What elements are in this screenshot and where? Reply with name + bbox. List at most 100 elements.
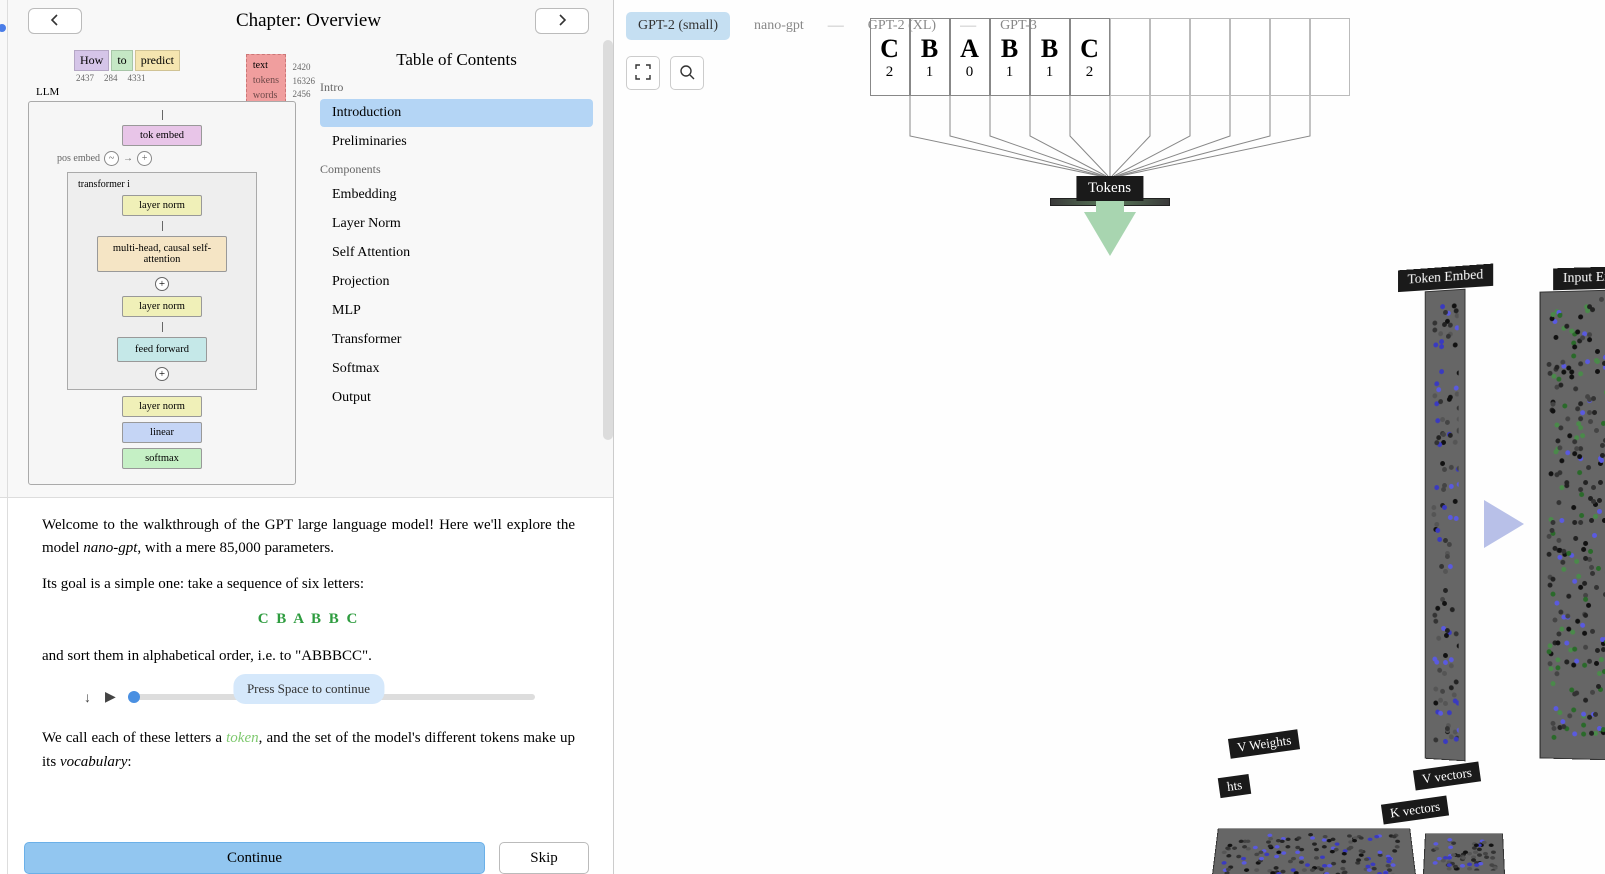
feedforward-block: feed forward [117, 337, 207, 362]
model-tabs: GPT-2 (small) nano-gpt — GPT-2 (XL) — GP… [626, 12, 1049, 40]
panel-scrollbar[interactable] [603, 40, 613, 440]
v-weights-label: V Weights [1228, 729, 1301, 759]
toc-item-projection[interactable]: Projection [320, 268, 593, 296]
play-button[interactable]: ▶ [103, 686, 118, 707]
layernorm-1: layer norm [122, 195, 202, 216]
input-cell: C2 [1070, 18, 1110, 96]
chevron-left-icon [49, 13, 61, 29]
model-tab-gpt2-small[interactable]: GPT-2 (small) [626, 12, 730, 40]
k-vectors-label: K vectors [1381, 795, 1449, 824]
toc-item-layernorm[interactable]: Layer Norm [320, 210, 593, 238]
tokens-label: Tokens [1076, 176, 1143, 201]
narrative-p2: Its goal is a simple one: take a sequenc… [42, 573, 575, 596]
bottom-vector-block [1423, 833, 1505, 874]
input-connector-lines [890, 96, 1330, 186]
chapter-header: Chapter: Overview [0, 0, 613, 42]
toc-item-embedding[interactable]: Embedding [320, 181, 593, 209]
tab-separator: — [960, 17, 976, 35]
input-embed-block: Input Embed [1540, 288, 1605, 761]
narrative-p1: Welcome to the walkthrough of the GPT la… [42, 514, 575, 561]
softmax-block: softmax [122, 448, 202, 469]
next-chapter-button[interactable] [535, 8, 589, 34]
toc-item-introduction[interactable]: Introduction [320, 99, 593, 127]
input-cell-empty [1270, 18, 1310, 96]
upper-content: How to predict 2437 284 4331 text tokens… [0, 42, 613, 498]
tok-embed-block: tok embed [122, 125, 202, 146]
toc-item-selfattention[interactable]: Self Attention [320, 239, 593, 267]
toc-item-softmax[interactable]: Softmax [320, 355, 593, 383]
vocabulary-term: vocabulary [60, 754, 127, 770]
fullscreen-button[interactable] [626, 56, 660, 90]
llm-frame: LLM tok embed pos embed ~ → + transforme… [28, 101, 296, 485]
cell-id: 1 [1006, 64, 1014, 81]
token-embed-block: Token Embed [1425, 289, 1466, 762]
input-cell-empty [1110, 18, 1150, 96]
cell-id: 2 [1086, 64, 1094, 81]
input-cell-empty [1150, 18, 1190, 96]
left-panel: Chapter: Overview How to predict 2437 28… [0, 0, 614, 874]
transformer-block: transformer i layer norm multi-head, cau… [67, 172, 257, 390]
view-controls [626, 56, 704, 90]
input-embed-label: Input Embed [1553, 266, 1605, 291]
bottom-weight-block [1210, 828, 1418, 874]
chevron-right-icon [556, 13, 568, 29]
model-name: nano-gpt [83, 540, 137, 556]
model-tab-gpt2-xl[interactable]: GPT-2 (XL) [856, 12, 948, 40]
cell-id: 2 [886, 64, 894, 81]
play-icon: ▶ [105, 688, 116, 704]
residual-add-2: + [155, 367, 169, 381]
input-cell-empty [1190, 18, 1230, 96]
table-of-contents: Table of Contents Intro Introduction Pre… [308, 50, 593, 485]
cell-id: 1 [1046, 64, 1054, 81]
prev-chapter-button[interactable] [28, 8, 82, 34]
toc-item-transformer[interactable]: Transformer [320, 326, 593, 354]
token-embed-label: Token Embed [1398, 264, 1493, 293]
cell-letter: C [1080, 34, 1099, 64]
continue-hint: Press Space to continue [233, 674, 384, 704]
tab-separator: — [828, 17, 844, 35]
viz-stage[interactable]: C2B1A0B1B1C2 Tokens Token Embed [614, 0, 1605, 874]
cell-id: 1 [926, 64, 934, 81]
toc-item-output[interactable]: Output [320, 384, 593, 412]
search-icon [679, 64, 695, 83]
attention-block: multi-head, causal self-attention [97, 236, 227, 272]
scroll-down-button[interactable]: ↓ [82, 687, 93, 707]
fullscreen-icon [635, 64, 651, 83]
visualization-panel[interactable]: GPT-2 (small) nano-gpt — GPT-2 (XL) — GP… [614, 0, 1605, 874]
skip-button[interactable]: Skip [499, 842, 589, 874]
token-to: to [111, 50, 132, 71]
arrow-down-icon: ↓ [84, 689, 91, 705]
token-how: How [74, 50, 109, 71]
add-node-icon: + [137, 151, 152, 166]
narrative-p4: We call each of these letters a token, a… [42, 727, 575, 774]
bottom-actions: Continue Skip [0, 832, 613, 874]
narrative-text: Welcome to the walkthrough of the GPT la… [0, 498, 613, 832]
input-cell-empty [1230, 18, 1270, 96]
search-button[interactable] [670, 56, 704, 90]
toc-group-intro: Intro [320, 80, 593, 95]
v-vectors-label: V vectors [1413, 762, 1481, 791]
hts-label: hts [1218, 774, 1252, 798]
narrative-p3: and sort them in alphabetical order, i.e… [42, 645, 575, 668]
progress-thumb[interactable] [128, 691, 140, 703]
wave-icon: ~ [104, 151, 119, 166]
linear-block: linear [122, 422, 202, 443]
output-labels: text tokens words 2420 16326 2456 [246, 54, 286, 107]
residual-add-1: + [155, 277, 169, 291]
toc-item-mlp[interactable]: MLP [320, 297, 593, 325]
toc-item-preliminaries[interactable]: Preliminaries [320, 128, 593, 156]
toc-title: Table of Contents [320, 50, 593, 70]
transformer-label: transformer i [78, 179, 246, 190]
sequence-display: C B A B B C [42, 608, 575, 631]
model-tab-gpt3[interactable]: GPT-3 [988, 12, 1049, 40]
model-tab-nanogpt[interactable]: nano-gpt [742, 12, 816, 40]
token-predict: predict [135, 50, 180, 71]
arrow-right-icon [1484, 500, 1524, 548]
arrow-down-icon [1084, 212, 1136, 256]
token-term: token [226, 730, 258, 746]
cell-id: 0 [966, 64, 974, 81]
layernorm-2: layer norm [122, 296, 202, 317]
playback-bar: ↓ ▶ Press Space to continue [42, 680, 575, 713]
chapter-title: Chapter: Overview [236, 10, 381, 32]
continue-button[interactable]: Continue [24, 842, 485, 874]
